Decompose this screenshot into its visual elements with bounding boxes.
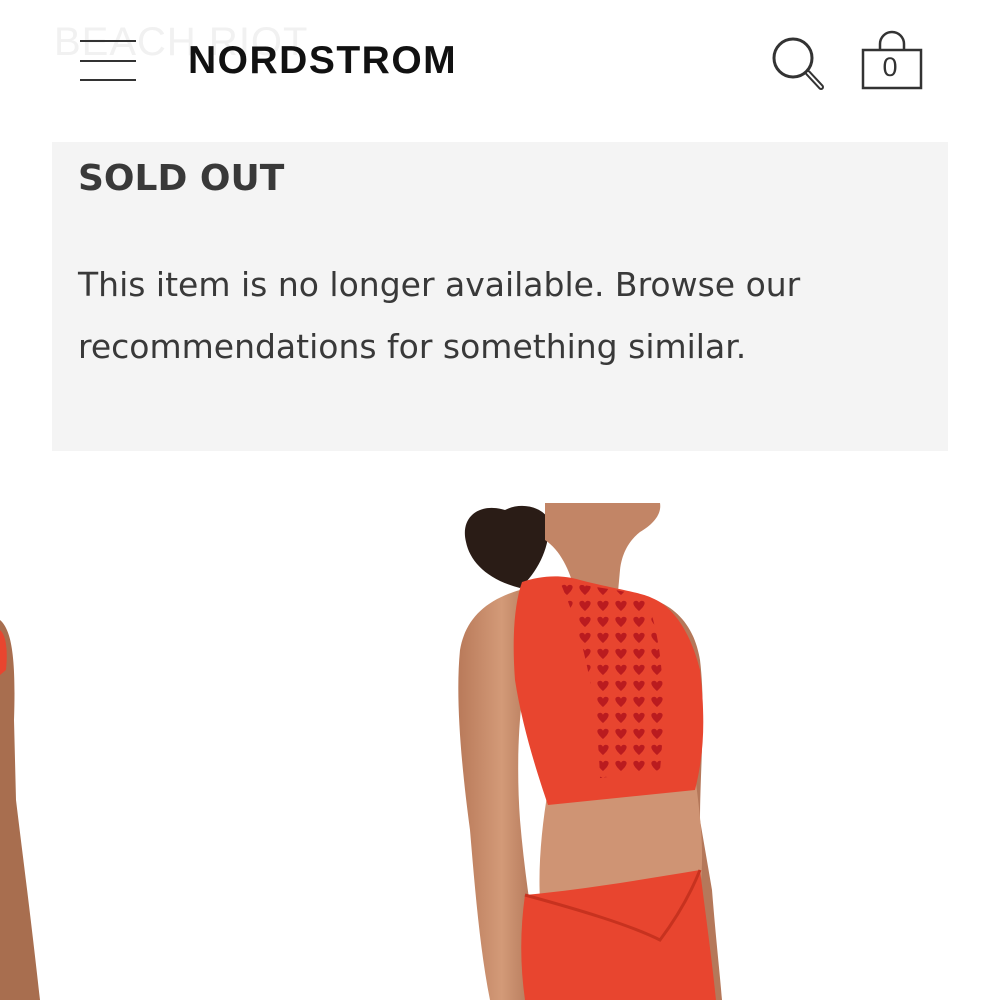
shopping-bag-button[interactable]: 0 bbox=[858, 30, 926, 94]
hamburger-menu-icon[interactable] bbox=[80, 38, 138, 84]
product-page: BEACH RIOT NORDSTROM 0 SOLD OUT This ite… bbox=[0, 0, 1000, 1000]
search-icon[interactable] bbox=[770, 36, 828, 94]
sold-out-message: This item is no longer available. Browse… bbox=[78, 265, 801, 366]
site-header: BEACH RIOT NORDSTROM 0 bbox=[0, 0, 1000, 125]
nordstrom-logo[interactable]: NORDSTROM bbox=[188, 38, 457, 84]
sold-out-notice: SOLD OUT This item is no longer availabl… bbox=[52, 142, 948, 451]
product-photo bbox=[0, 503, 722, 1000]
product-image-gallery[interactable] bbox=[0, 470, 1000, 1000]
bag-count: 0 bbox=[882, 52, 898, 82]
sold-out-title: SOLD OUT bbox=[78, 158, 285, 199]
